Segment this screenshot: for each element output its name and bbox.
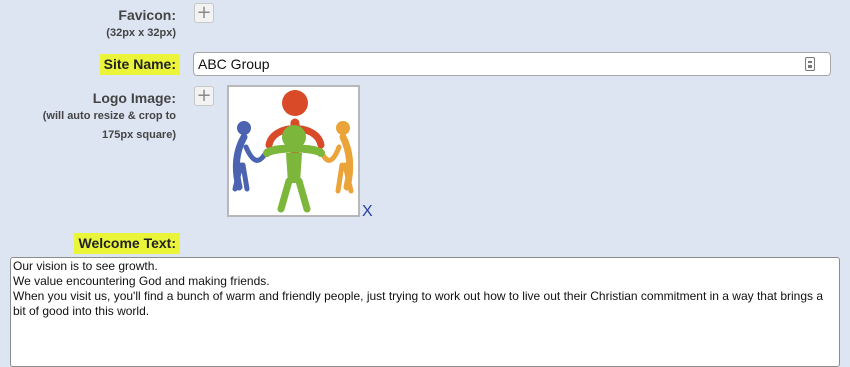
plus-icon: + [196,85,212,106]
logo-hint-line2: 175px square) [102,129,176,141]
welcome-text-label: Welcome Text: [74,233,180,254]
site-name-input[interactable] [193,52,831,76]
logo-image [227,85,360,217]
contact-card-icon[interactable] [805,57,815,71]
favicon-label: Favicon: [118,7,176,23]
site-name-label: Site Name: [99,54,180,75]
people-circle-logo [232,90,354,213]
logo-image-label: Logo Image: [92,90,176,106]
favicon-size-hint: (32px x 32px) [106,27,176,39]
logo-add-button[interactable]: + [194,86,214,106]
favicon-add-button[interactable]: + [194,3,214,23]
plus-icon: + [196,2,212,23]
logo-hint-line1: (will auto resize & crop to [42,110,176,122]
logo-remove-link[interactable]: X [362,203,373,221]
welcome-textarea[interactable]: Our vision is to see growth. We value en… [10,257,840,367]
